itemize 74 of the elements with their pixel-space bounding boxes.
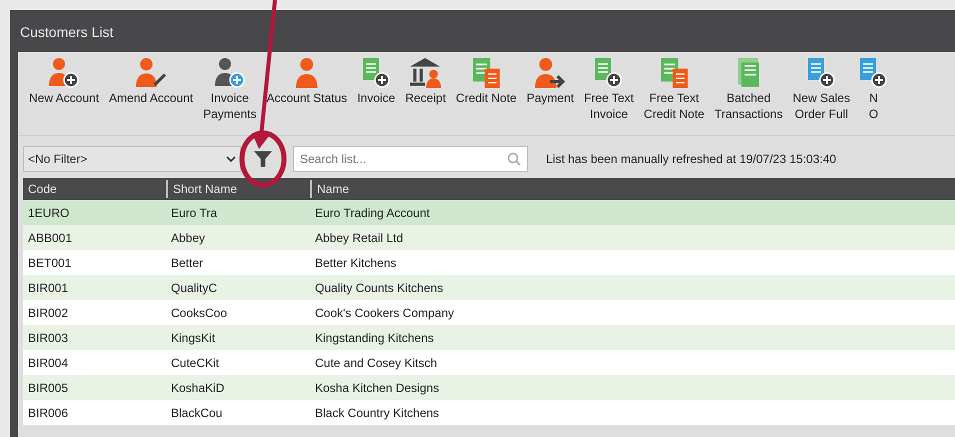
table-cell-text: BIR004 xyxy=(27,354,70,372)
table-cell-text: Black Country Kitchens xyxy=(314,404,440,422)
table-cell-text: CuteCKit xyxy=(170,354,220,372)
table-cell-text: Cook's Cookers Company xyxy=(314,304,456,322)
table-cell-text: Quality Counts Kitchens xyxy=(314,280,444,296)
documents-icon xyxy=(660,58,688,88)
table-cell-text: BIR005 xyxy=(27,380,70,396)
table-row[interactable]: BIR006 BlackCou Black Country Kitchens xyxy=(23,400,955,425)
toolbar-button[interactable]: Free Text Invoice xyxy=(578,58,639,135)
table-cell-text: 1EURO xyxy=(27,204,70,222)
toolbar-button[interactable]: Credit Note xyxy=(450,58,522,135)
table-row[interactable]: ABB001 Abbey Abbey Retail Ltd xyxy=(23,225,955,250)
table-cell-text: CooksCoo xyxy=(170,304,228,322)
toolbar-button[interactable]: Payment xyxy=(522,58,579,135)
toolbar-button[interactable]: Account Status xyxy=(261,58,352,135)
filter-icon xyxy=(254,151,272,167)
person-add-icon xyxy=(214,58,245,88)
column-header[interactable]: Code xyxy=(23,180,166,198)
window-title: Customers List xyxy=(20,24,114,40)
table-cell-text: Abbey xyxy=(170,230,206,246)
table-cell-text: Euro Trading Account xyxy=(314,204,431,222)
toolbar-button[interactable]: Invoice Payments xyxy=(198,58,262,135)
toolbar-button[interactable]: Amend Account xyxy=(104,58,198,135)
chevron-icon xyxy=(226,156,236,162)
document-add-icon xyxy=(595,58,622,88)
table-cell-text: BIR006 xyxy=(27,404,70,422)
toolbar-button[interactable]: Free Text Credit Note xyxy=(638,58,710,135)
toolbar-button[interactable]: Batched Transactions xyxy=(709,58,788,135)
table-cell-text: ABB001 xyxy=(27,230,74,246)
table-row[interactable]: BIR004 CuteCKit Cute and Cosey Kitsch xyxy=(23,350,955,375)
table-cell-text: Abbey Retail Ltd xyxy=(314,230,404,246)
table-row[interactable]: 1EURO Euro Tra Euro Trading Account xyxy=(23,200,955,225)
table-cell-text: BIR003 xyxy=(27,330,70,346)
table-cell-text: KoshaKiD xyxy=(170,380,226,396)
document-add-icon xyxy=(808,58,835,88)
table-cell-text: Cute and Cosey Kitsch xyxy=(314,354,438,372)
documents-icon xyxy=(472,58,500,88)
table-cell-text: QualityC xyxy=(170,280,218,296)
search-icon xyxy=(507,152,521,166)
filter-dropdown[interactable]: <No Filter> xyxy=(23,146,241,172)
search-field[interactable]: Search list... xyxy=(293,146,528,172)
table-cell-text: Euro Tra xyxy=(170,204,218,222)
person-edit-icon xyxy=(136,58,167,88)
table-row[interactable]: BET001 Better Better Kitchens xyxy=(23,250,955,275)
annotation-ellipse xyxy=(239,130,287,188)
document-add-icon xyxy=(362,58,390,88)
toolbar-button[interactable]: Receipt xyxy=(400,58,451,135)
table-cell-text: Better Kitchens xyxy=(314,254,398,272)
table-cell-text: Kosha Kitchen Designs xyxy=(314,380,440,396)
column-header[interactable]: Name xyxy=(310,180,955,198)
document-add-icon xyxy=(860,58,888,88)
toolbar-button[interactable]: N O xyxy=(855,58,892,135)
table-cell-text: BlackCou xyxy=(170,404,224,422)
table-cell-text: KingsKit xyxy=(170,330,216,346)
person-arrow-icon xyxy=(535,58,566,88)
document-stack-icon xyxy=(738,58,760,88)
toolbar-button[interactable]: Invoice xyxy=(352,58,400,135)
table-row[interactable]: BIR002 CooksCoo Cook's Cookers Company xyxy=(23,300,955,325)
table-cell-text: Kingstanding Kitchens xyxy=(314,330,435,346)
table-cell-text: BIR002 xyxy=(27,304,70,322)
table-row[interactable]: BIR005 KoshaKiD Kosha Kitchen Designs xyxy=(23,375,955,400)
refresh-status-text: List has been manually refreshed at 19/07/23 15:03:40 xyxy=(546,151,836,168)
filter-value: <No Filter> xyxy=(28,151,88,168)
person-icon xyxy=(296,58,318,88)
table-row[interactable]: BIR001 QualityC Quality Counts Kitchens xyxy=(23,275,955,300)
toolbar-button[interactable]: New Sales Order Full xyxy=(788,58,856,135)
bank-icon xyxy=(410,58,442,88)
table-row[interactable]: BIR003 KingsKit Kingstanding Kitchens xyxy=(23,325,955,350)
table-cell-text: BET001 xyxy=(27,254,72,272)
table-cell-text: Better xyxy=(170,254,204,272)
toolbar-button[interactable]: New Account xyxy=(24,58,104,135)
column-header[interactable]: Short Name xyxy=(166,180,310,198)
person-add-icon xyxy=(49,58,80,88)
table-cell-text: BIR001 xyxy=(27,280,70,296)
